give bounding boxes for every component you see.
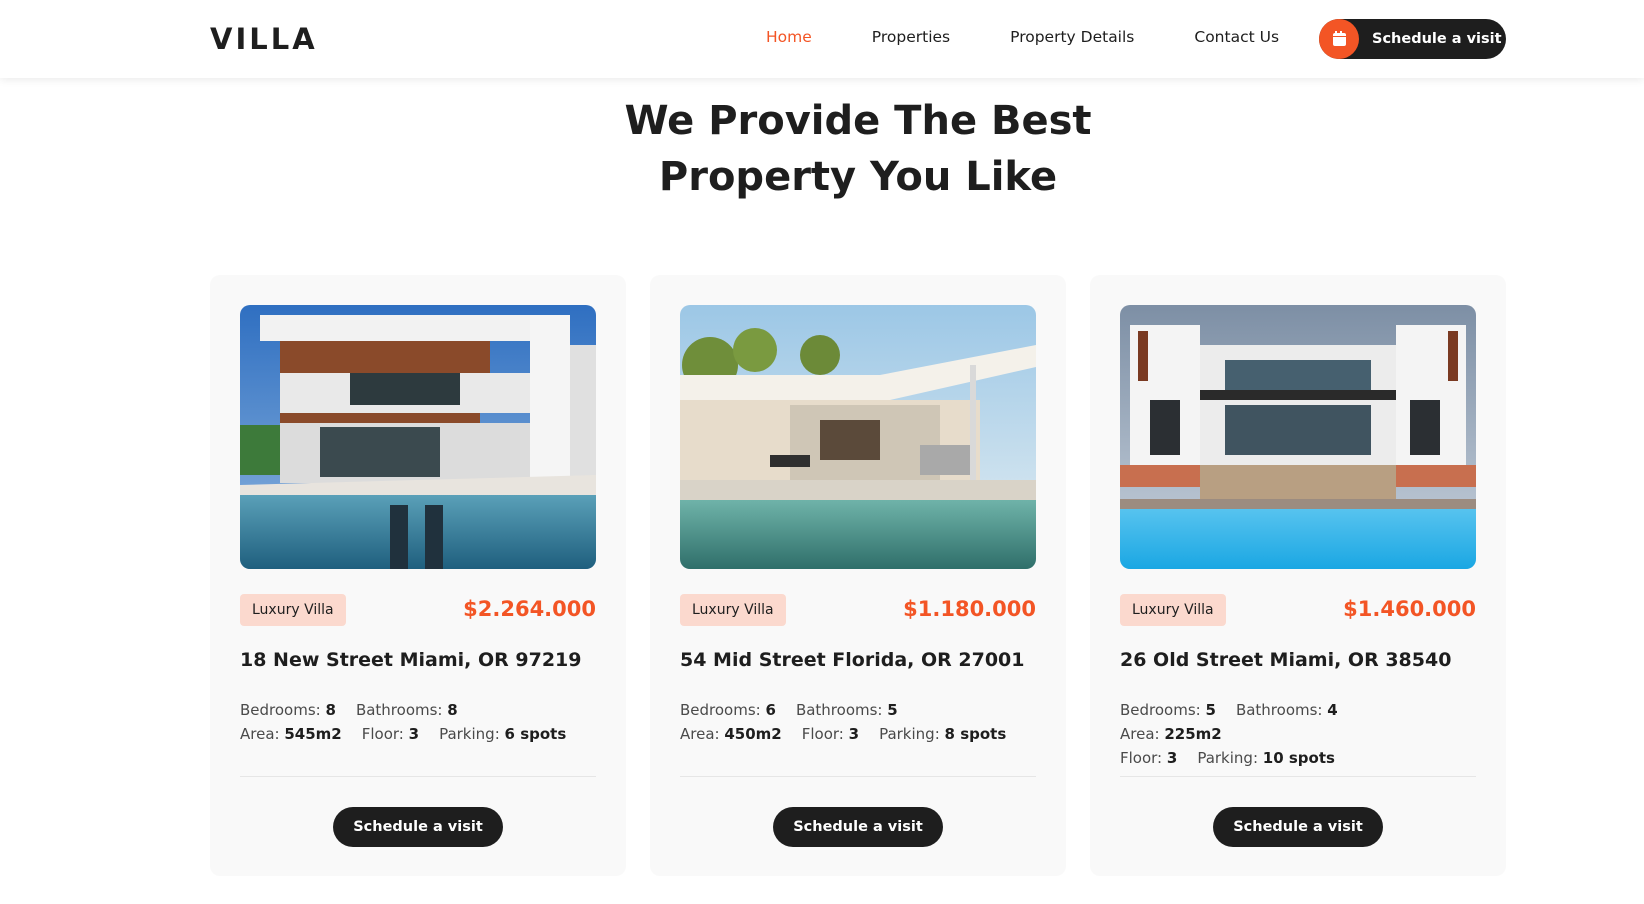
feature-area: Area: 225m2 — [1120, 725, 1222, 743]
nav-contact-us[interactable]: Contact Us — [1194, 28, 1279, 46]
feature-parking: Parking: 10 spots — [1197, 749, 1335, 767]
property-type-tag: Luxury Villa — [680, 594, 786, 626]
property-card: Luxury Villa $1.180.000 54 Mid Street Fl… — [650, 275, 1066, 876]
nav-property-details[interactable]: Property Details — [1010, 28, 1134, 46]
property-address[interactable]: 54 Mid Street Florida, OR 27001 — [680, 649, 1024, 671]
property-address[interactable]: 26 Old Street Miami, OR 38540 — [1120, 649, 1451, 671]
property-card: Luxury Villa $1.460.000 26 Old Street Mi… — [1090, 275, 1506, 876]
property-type-tag: Luxury Villa — [1120, 594, 1226, 626]
feature-floor: Floor: 3 — [801, 725, 860, 743]
schedule-visit-header-button[interactable]: Schedule a visit — [1319, 19, 1506, 59]
property-type-tag: Luxury Villa — [240, 594, 346, 626]
feature-parking: Parking: 6 spots — [439, 725, 567, 743]
feature-bathrooms: Bathrooms: 5 — [795, 701, 898, 719]
property-price: $2.264.000 — [463, 597, 596, 621]
property-features: Bedrooms: 6 Bathrooms: 5 Area: 450m2 Floor… — [680, 698, 1036, 746]
nav-home[interactable]: Home — [766, 28, 812, 46]
property-image[interactable] — [240, 305, 596, 569]
villa-photo-3 — [1120, 305, 1476, 569]
card-divider — [240, 776, 596, 777]
site-logo[interactable]: VILLA — [210, 22, 318, 56]
property-features: Bedrooms: 8 Bathrooms: 8 Area: 545m2 Floor… — [240, 698, 596, 746]
site-header: VILLA Home Properties Property Details C… — [0, 0, 1644, 78]
feature-floor: Floor: 3 — [361, 725, 420, 743]
feature-bedrooms: Bedrooms: 5 — [1120, 701, 1216, 719]
property-address[interactable]: 18 New Street Miami, OR 97219 — [240, 649, 582, 671]
villa-photo-2 — [680, 305, 1036, 569]
feature-area: Area: 450m2 — [680, 725, 782, 743]
heading-line-2: Property You Like — [658, 154, 1058, 200]
schedule-visit-button[interactable]: Schedule a visit — [333, 807, 503, 847]
villa-photo-1 — [240, 305, 596, 569]
feature-floor: Floor: 3 — [1120, 749, 1178, 767]
card-divider — [1120, 776, 1476, 777]
property-image[interactable] — [1120, 305, 1476, 569]
feature-area: Area: 545m2 — [240, 725, 342, 743]
main-nav: Home Properties Property Details Contact… — [766, 28, 1339, 46]
schedule-visit-label: Schedule a visit — [1372, 31, 1502, 47]
section-heading: We Provide The Best Property You Like — [0, 93, 1644, 205]
schedule-visit-button[interactable]: Schedule a visit — [1213, 807, 1383, 847]
heading-line-1: We Provide The Best — [624, 98, 1092, 144]
card-divider — [680, 776, 1036, 777]
property-card: Luxury Villa $2.264.000 18 New Street Mi… — [210, 275, 626, 876]
property-image[interactable] — [680, 305, 1036, 569]
feature-parking: Parking: 8 spots — [879, 725, 1007, 743]
feature-bedrooms: Bedrooms: 6 — [680, 701, 776, 719]
calendar-icon — [1319, 19, 1359, 59]
property-features: Bedrooms: 5 Bathrooms: 4 Area: 225m2 Floor… — [1120, 698, 1476, 770]
property-price: $1.460.000 — [1343, 597, 1476, 621]
feature-bathrooms: Bathrooms: 4 — [1235, 701, 1338, 719]
property-price: $1.180.000 — [903, 597, 1036, 621]
schedule-visit-button[interactable]: Schedule a visit — [773, 807, 943, 847]
nav-properties[interactable]: Properties — [872, 28, 950, 46]
feature-bedrooms: Bedrooms: 8 — [240, 701, 336, 719]
feature-bathrooms: Bathrooms: 8 — [355, 701, 458, 719]
